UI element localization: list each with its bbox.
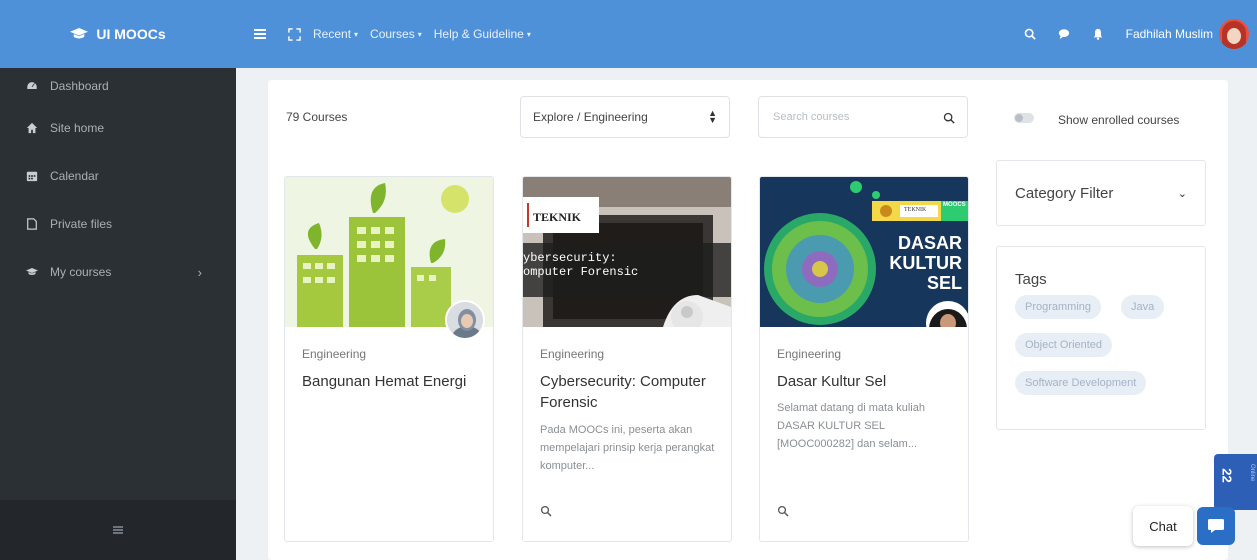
- course-title[interactable]: Dasar Kultur Sel: [777, 371, 957, 392]
- tags-panel: Tags Programming Java Object Oriented So…: [996, 246, 1206, 430]
- bell-icon[interactable]: [1092, 28, 1104, 40]
- caret-down-icon: ▾: [417, 29, 422, 39]
- search-icon[interactable]: [777, 505, 789, 517]
- course-count: 79 Courses: [286, 110, 348, 124]
- nav-courses[interactable]: Courses ▾: [370, 27, 422, 41]
- course-image: TEKNIK MOOCS DASAR KULTUR SEL: [760, 177, 968, 327]
- calendar-icon: [26, 171, 38, 182]
- course-card[interactable]: Engineering Bangunan Hemat Energi: [284, 176, 494, 542]
- online-label: Online: [1249, 464, 1255, 482]
- sidebar: Dashboard Site home Calendar Private fil…: [0, 68, 236, 560]
- category-filter-label: Category Filter: [1015, 184, 1114, 202]
- brand[interactable]: UI MOOCs: [0, 0, 236, 68]
- chat-open-button[interactable]: [1197, 507, 1235, 545]
- fullscreen-icon[interactable]: [288, 27, 301, 41]
- course-description: Pada MOOCs ini, peserta akan mempelajari…: [540, 424, 715, 472]
- brand-name: UI MOOCs: [96, 26, 166, 42]
- enrolled-toggle[interactable]: [1014, 113, 1034, 123]
- sidebar-item-calendar[interactable]: Calendar: [0, 152, 236, 200]
- course-image-caption: ybersecurity:: [523, 251, 617, 265]
- course-title[interactable]: Bangunan Hemat Energi: [302, 371, 482, 392]
- caret-down-icon: ▾: [526, 29, 531, 39]
- user-name: Fadhilah Muslim: [1125, 27, 1213, 41]
- chevron-down-icon: ⌄: [1177, 187, 1187, 200]
- course-card[interactable]: TEKNIK MOOCS DASAR KULTUR SEL Engineerin…: [759, 176, 969, 542]
- graduation-cap-icon: [70, 28, 89, 39]
- search-input[interactable]: [759, 97, 929, 137]
- dashboard-icon: [26, 81, 38, 90]
- category-filter[interactable]: Category Filter ⌄: [996, 160, 1206, 226]
- tag-programming[interactable]: Programming: [1015, 295, 1102, 319]
- course-image-tag: MOOCS: [943, 202, 966, 208]
- sidebar-item-site-home[interactable]: Site home: [0, 104, 236, 152]
- course-image-brand: TEKNIK: [533, 210, 582, 224]
- search-icon[interactable]: [943, 112, 955, 124]
- tags-title: Tags: [1015, 271, 1047, 288]
- menu-toggle-icon[interactable]: [254, 29, 266, 39]
- sidebar-footer: [0, 500, 236, 560]
- nav-help[interactable]: Help & Guideline ▾: [434, 27, 531, 41]
- avatar: [1219, 19, 1249, 49]
- course-category: Engineering: [777, 347, 842, 361]
- instructor-avatar: [445, 300, 485, 340]
- course-image-title: SEL: [926, 273, 962, 293]
- chat-button[interactable]: Chat: [1133, 506, 1193, 546]
- tag-software-development[interactable]: Software Development: [1015, 371, 1147, 395]
- course-image-title: KULTUR: [889, 253, 962, 273]
- user-menu[interactable]: Fadhilah Muslim: [1126, 19, 1249, 49]
- tag-object-oriented[interactable]: Object Oriented: [1015, 333, 1113, 357]
- course-card[interactable]: TEKNIK ybersecurity: omputer Forensic En…: [522, 176, 732, 542]
- caret-down-icon: ▾: [354, 29, 359, 39]
- search-icon[interactable]: [540, 505, 552, 517]
- nav-recent[interactable]: Recent ▾: [313, 27, 358, 41]
- sidebar-item-private-files[interactable]: Private files: [0, 200, 236, 248]
- online-count: 22: [1219, 468, 1235, 483]
- top-navbar: UI MOOCs Recent ▾ Courses ▾ Help & Guideli…: [0, 0, 1257, 68]
- category-select[interactable]: Explore / Engineering ▲ ▼: [520, 96, 730, 138]
- sidebar-item-my-courses[interactable]: My courses ›: [0, 248, 236, 296]
- file-icon: [27, 218, 37, 230]
- course-image-title: DASAR: [897, 233, 962, 253]
- search-icon[interactable]: [1024, 28, 1036, 40]
- course-image-brand: TEKNIK: [904, 207, 927, 213]
- online-users-badge[interactable]: 22 Online: [1214, 454, 1257, 510]
- course-category: Engineering: [302, 347, 367, 361]
- sidebar-item-dashboard[interactable]: Dashboard: [0, 68, 236, 104]
- search-box: [758, 96, 968, 138]
- category-select-value: Explore / Engineering: [533, 110, 648, 124]
- tag-java[interactable]: Java: [1121, 295, 1165, 319]
- chevron-right-icon: ›: [197, 264, 202, 280]
- graduation-cap-icon: [26, 268, 38, 275]
- course-category: Engineering: [540, 347, 605, 361]
- chat-bubble-icon[interactable]: [1058, 28, 1070, 40]
- course-title[interactable]: Cybersecurity: Computer Forensic: [540, 371, 720, 413]
- menu-icon[interactable]: [113, 526, 123, 534]
- course-description: Selamat datang di mata kuliah DASAR KULT…: [777, 402, 925, 450]
- course-image: TEKNIK ybersecurity: omputer Forensic: [523, 177, 731, 327]
- select-arrows-icon: ▲ ▼: [708, 108, 717, 125]
- home-icon: [26, 122, 38, 134]
- course-image-caption: omputer Forensic: [523, 265, 639, 279]
- enrolled-toggle-label: Show enrolled courses: [1058, 113, 1180, 127]
- course-catalog: 79 Courses Explore / Engineering ▲▼ Show…: [268, 80, 1228, 560]
- chat-icon: [1208, 519, 1224, 533]
